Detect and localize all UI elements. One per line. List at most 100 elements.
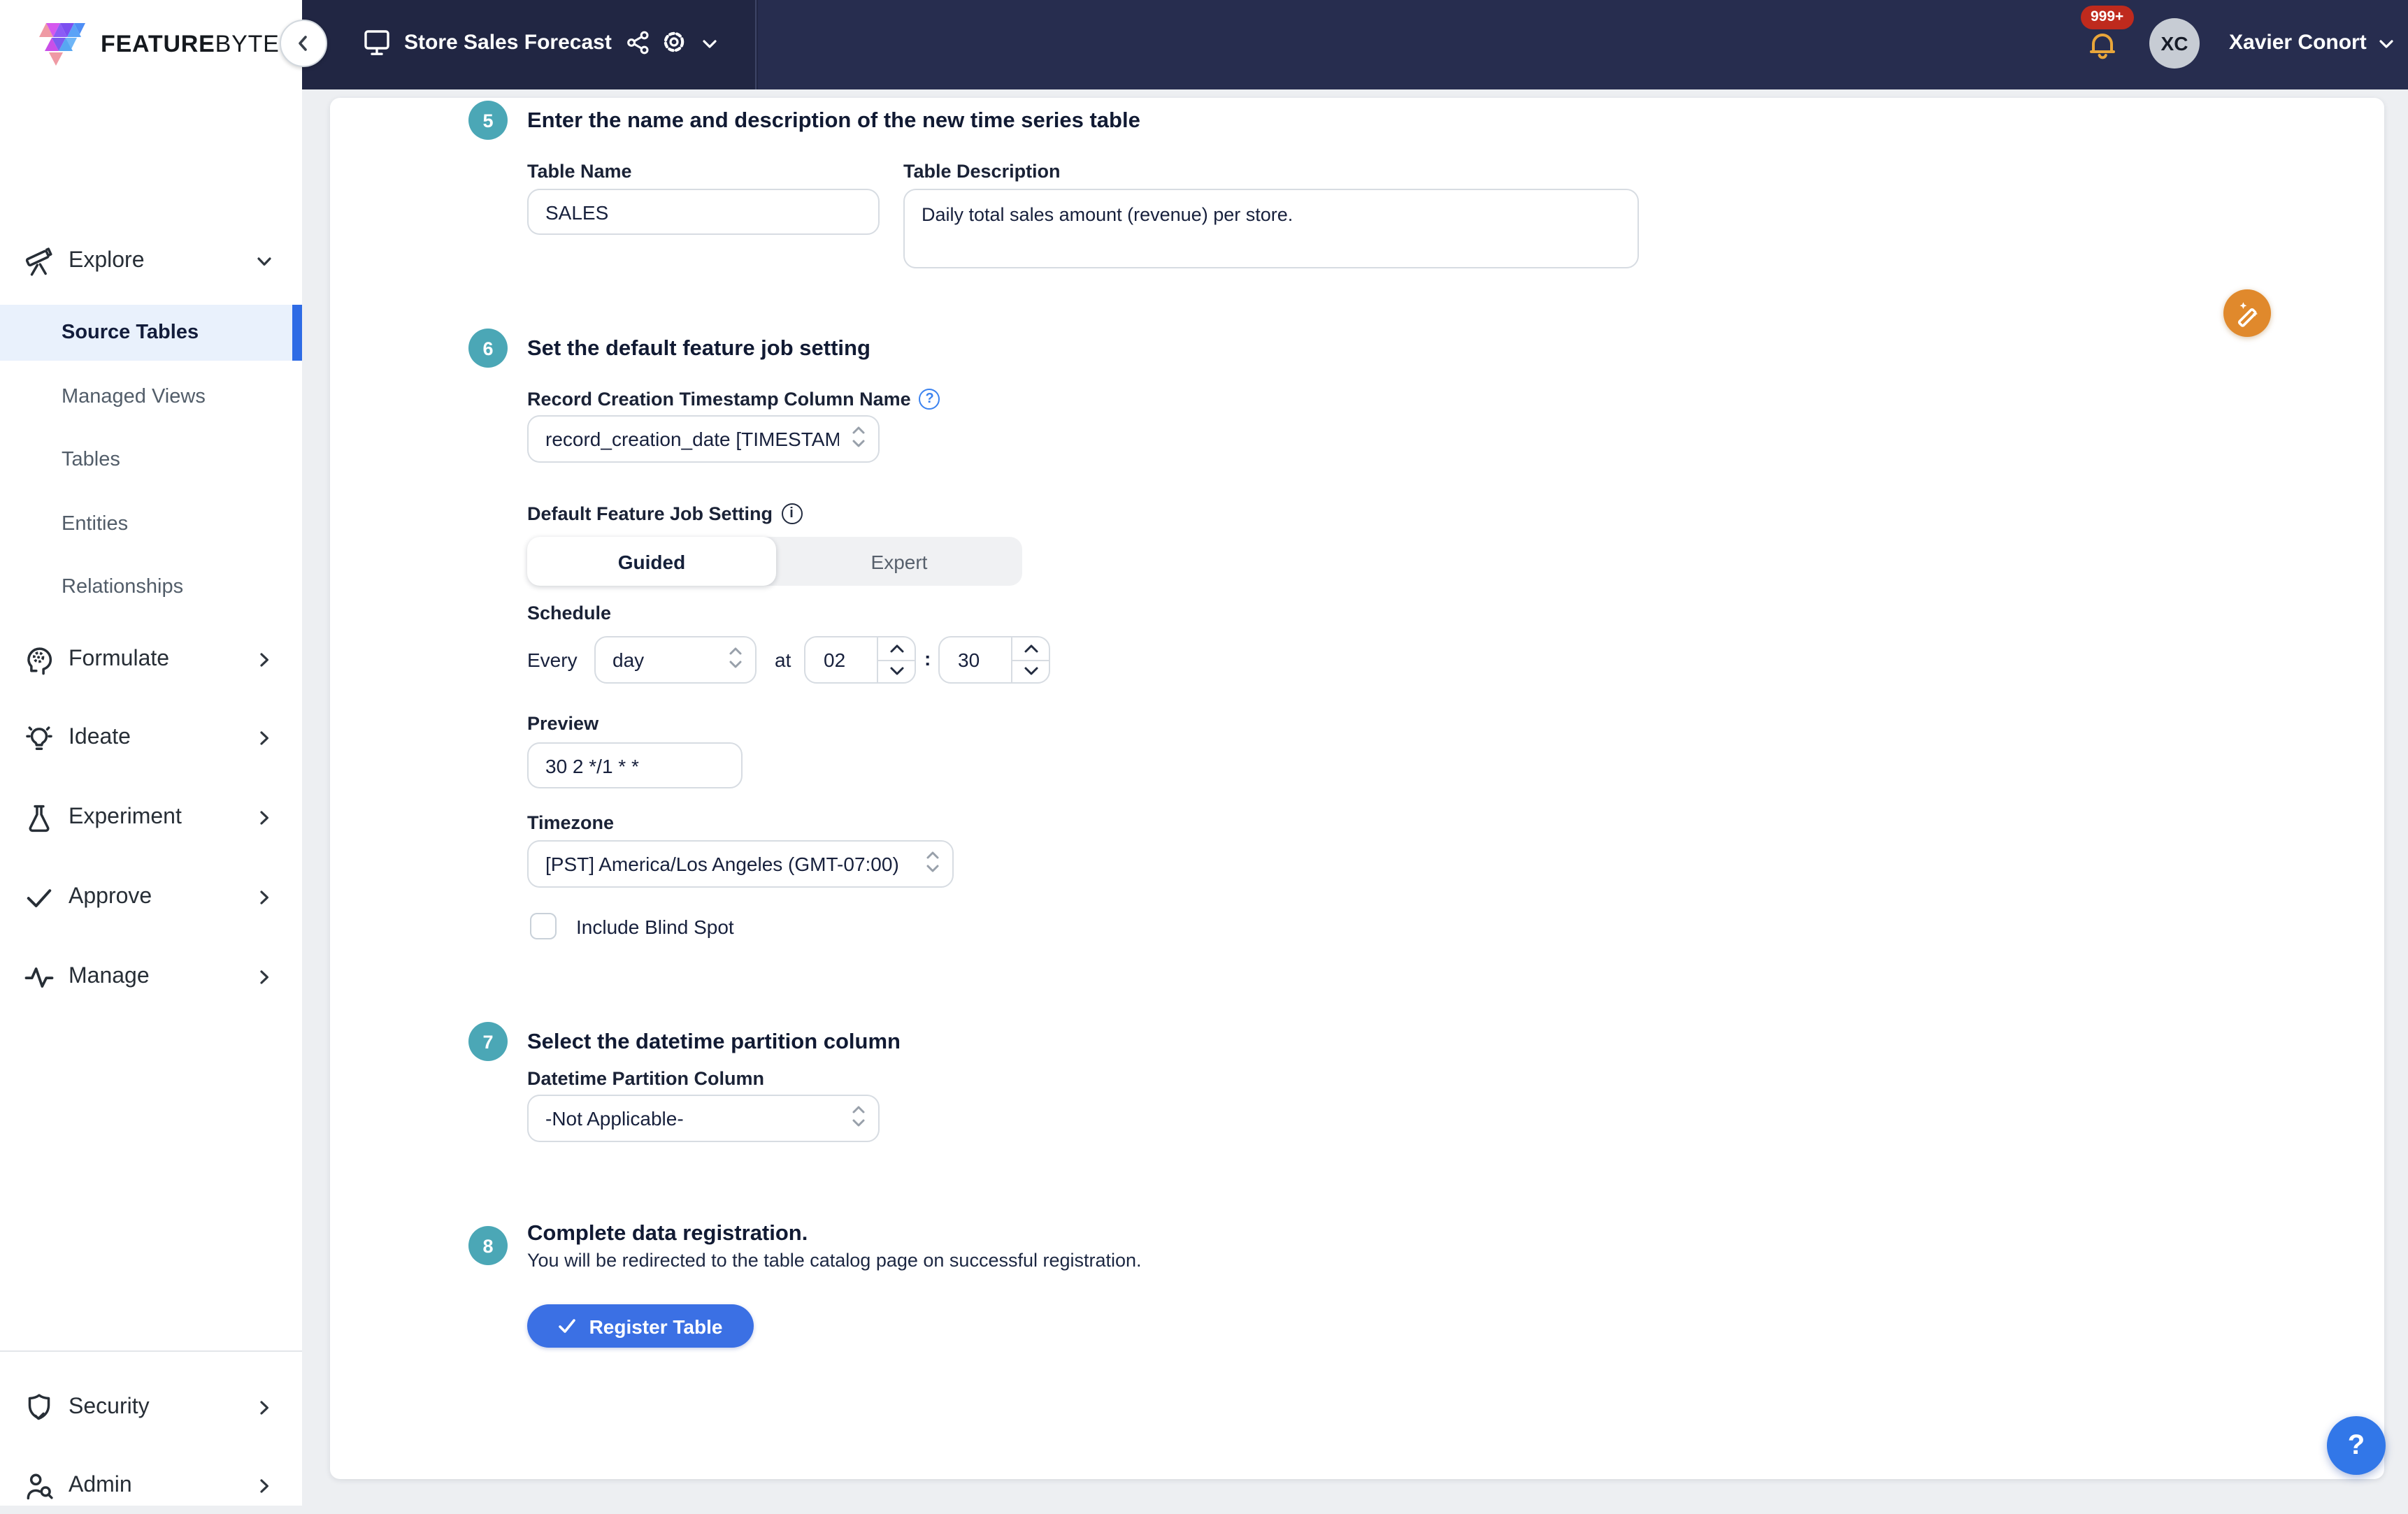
tab-guided[interactable]: Guided: [527, 537, 776, 586]
sidebar-item-experiment[interactable]: Experiment: [0, 790, 302, 846]
sidebar-item-label: Experiment: [69, 805, 182, 830]
sidebar-item-approve[interactable]: Approve: [0, 870, 302, 925]
record-creation-timestamp-label: Record Creation Timestamp Column Name ?: [527, 389, 940, 410]
schedule-label: Schedule: [527, 603, 611, 623]
sidebar-subitem-label: Entities: [62, 513, 128, 535]
step-6-title: Set the default feature job setting: [527, 337, 870, 362]
application-window: FEATUREBYTE Store Sales Forecast 999+ XC…: [0, 0, 2408, 1506]
brand-byte: BYTE: [215, 31, 280, 57]
share-icon[interactable]: [624, 28, 653, 57]
flask-icon: [22, 801, 56, 835]
user-search-icon: [22, 1469, 56, 1503]
brand-wordmark: FEATUREBYTE: [101, 31, 280, 59]
help-button[interactable]: ?: [2327, 1416, 2386, 1475]
sidebar-item-source-tables[interactable]: Source Tables: [0, 305, 302, 361]
main-content-panel: 5 Enter the name and description of the …: [330, 98, 2384, 1479]
register-table-button[interactable]: Register Table: [527, 1304, 754, 1348]
minute-stepper: 30: [938, 636, 1050, 684]
sidebar-subitem-label: Source Tables: [62, 322, 199, 344]
info-circle-icon[interactable]: i: [781, 503, 802, 524]
step-8-title: Complete data registration.: [527, 1222, 808, 1247]
chevron-right-icon: [255, 1476, 274, 1496]
sidebar-item-relationships[interactable]: Relationships: [0, 559, 302, 615]
sidebar-subitem-label: Tables: [62, 449, 120, 471]
hour-increment-button[interactable]: [878, 637, 915, 659]
sidebar-item-explore[interactable]: Explore: [0, 233, 302, 289]
minute-value[interactable]: 30: [940, 637, 1011, 682]
help-circle-icon[interactable]: ?: [919, 389, 940, 410]
select-chevrons-icon: [850, 421, 867, 456]
magic-wand-icon: [2233, 299, 2261, 327]
chevron-right-icon: [255, 808, 274, 828]
chevron-down-icon: [255, 252, 274, 271]
job-setting-mode-toggle: Guided Expert: [527, 537, 1022, 586]
chevron-right-icon: [255, 1398, 274, 1418]
sidebar-item-tables[interactable]: Tables: [0, 432, 302, 488]
sidebar-item-security[interactable]: Security: [0, 1380, 302, 1436]
sidebar-divider: [0, 1350, 302, 1352]
step-7-title: Select the datetime partition column: [527, 1030, 901, 1055]
notification-count-badge: 999+: [2081, 6, 2133, 29]
page-title: Store Sales Forecast: [404, 31, 612, 55]
step-7-number: 7: [468, 1022, 508, 1061]
tab-chevron-down-icon[interactable]: [701, 35, 719, 53]
help-question-mark: ?: [2348, 1429, 2365, 1462]
settings-gear-icon[interactable]: [659, 27, 689, 57]
default-feature-job-setting-label: Default Feature Job Setting i: [527, 503, 802, 524]
timezone-label: Timezone: [527, 812, 614, 833]
telescope-icon: [22, 245, 56, 278]
datetime-partition-column-select[interactable]: -Not Applicable-: [527, 1095, 880, 1142]
select-chevrons-icon: [727, 642, 744, 677]
minute-decrement-button[interactable]: [1012, 659, 1049, 682]
sidebar-item-managed-views[interactable]: Managed Views: [0, 369, 302, 425]
frequency-select[interactable]: day: [594, 636, 757, 684]
magic-wand-button[interactable]: [2223, 289, 2271, 337]
step-8-number: 8: [468, 1226, 508, 1265]
time-separator: :: [924, 647, 931, 670]
notification-bell-icon[interactable]: [2086, 28, 2119, 62]
record-creation-timestamp-select[interactable]: record_creation_date [TIMESTAMP: [527, 415, 880, 463]
sidebar-item-formulate[interactable]: Formulate: [0, 632, 302, 688]
chevron-left-icon: [295, 35, 312, 52]
avatar-initials: XC: [2161, 32, 2188, 55]
sidebar-item-entities[interactable]: Entities: [0, 496, 302, 552]
sidebar-item-admin[interactable]: Admin: [0, 1458, 302, 1514]
sidebar-item-ideate[interactable]: Ideate: [0, 710, 302, 766]
featurebyte-logo-icon: [39, 22, 87, 74]
sidebar-item-label: Explore: [69, 249, 145, 274]
include-blind-spot-checkbox[interactable]: [530, 913, 557, 939]
include-blind-spot-label: Include Blind Spot: [576, 916, 734, 938]
minute-increment-button[interactable]: [1012, 637, 1049, 659]
cron-preview-input[interactable]: [527, 742, 743, 788]
table-description-input[interactable]: Daily total sales amount (revenue) per s…: [903, 189, 1639, 268]
active-item-accent-bar: [292, 305, 302, 361]
user-name: Xavier Conort: [2229, 31, 2367, 55]
user-menu-chevron-down-icon[interactable]: [2377, 35, 2395, 53]
tab-expert[interactable]: Expert: [776, 537, 1022, 586]
chevron-right-icon: [255, 888, 274, 907]
check-icon: [22, 881, 56, 914]
sidebar: Explore Source Tables Managed Views Tabl…: [0, 89, 302, 1506]
avatar[interactable]: XC: [2149, 18, 2200, 69]
sidebar-collapse-button[interactable]: [280, 20, 327, 67]
monitor-icon: [361, 27, 393, 59]
table-name-input[interactable]: [527, 189, 880, 235]
step-5-number: 5: [468, 101, 508, 140]
lightbulb-icon: [22, 721, 56, 755]
head-gear-icon: [22, 643, 56, 677]
sidebar-subitem-label: Managed Views: [62, 386, 206, 408]
sidebar-subitem-label: Relationships: [62, 576, 183, 598]
table-name-label: Table Name: [527, 161, 632, 182]
brand-feature: FEATURE: [101, 31, 215, 57]
hour-decrement-button[interactable]: [878, 659, 915, 682]
sidebar-item-label: Security: [69, 1395, 150, 1420]
sidebar-item-label: Manage: [69, 965, 150, 990]
sidebar-item-label: Approve: [69, 885, 152, 910]
hour-value[interactable]: 02: [805, 637, 877, 682]
preview-label: Preview: [527, 713, 599, 734]
sidebar-item-manage[interactable]: Manage: [0, 949, 302, 1005]
timezone-select[interactable]: [PST] America/Los Angeles (GMT-07:00): [527, 840, 954, 888]
at-label: at: [775, 649, 791, 671]
chevron-right-icon: [255, 728, 274, 748]
brand-logo-area[interactable]: FEATUREBYTE: [0, 0, 302, 89]
